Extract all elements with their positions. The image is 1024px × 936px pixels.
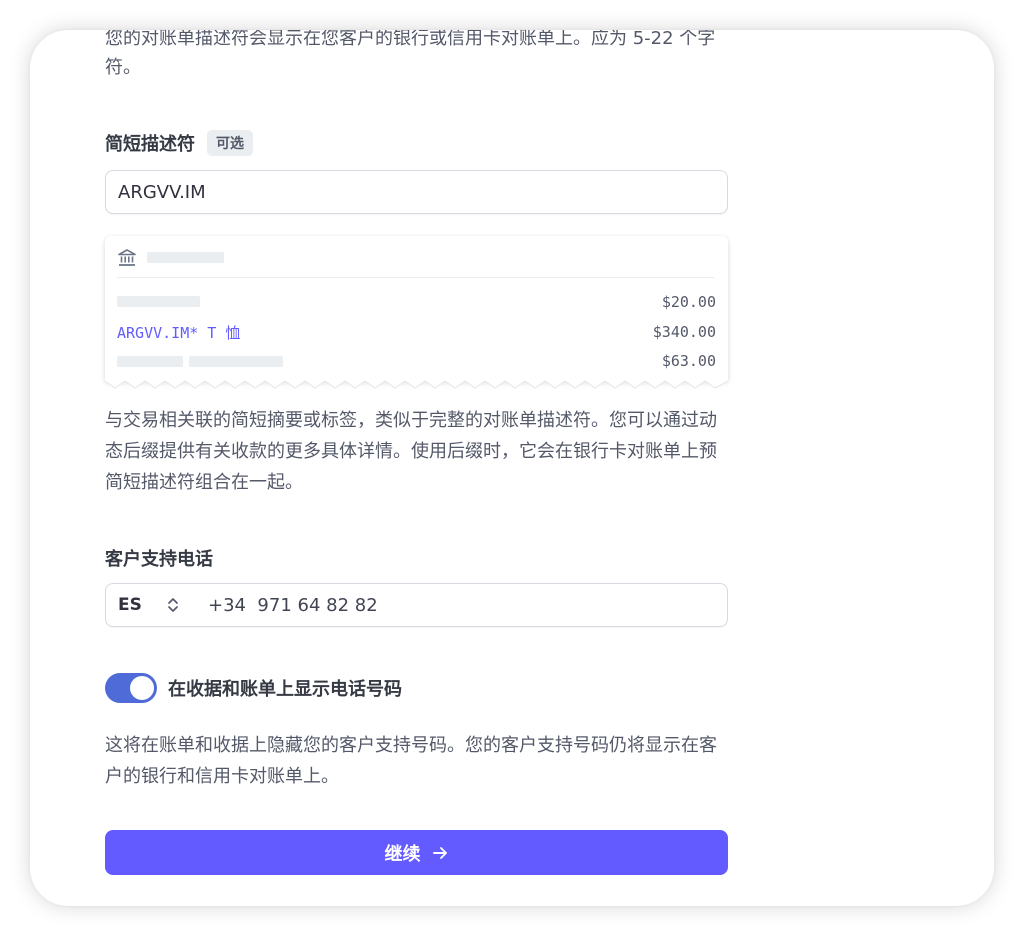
settings-window: 您的对账单描述符会显示在您客户的银行或信用卡对账单上。应为 5-22 个字符。 … — [30, 30, 994, 906]
statement-preview: $20.00 ARGVV.IM* T 恤 $340.00 $63.00 — [105, 236, 728, 389]
continue-button[interactable]: 继续 — [105, 830, 728, 875]
row-2-amount: $340.00 — [652, 323, 716, 341]
intro-text: 您的对账单描述符会显示在您客户的银行或信用卡对账单上。应为 5-22 个字符。 — [105, 30, 716, 78]
bank-icon — [118, 249, 136, 266]
receipt-torn-edge — [105, 379, 728, 389]
show-phone-toggle-row: 在收据和账单上显示电话号码 — [105, 673, 402, 703]
support-phone-field: ES — [105, 583, 728, 627]
descriptor-help-text: 与交易相关联的简短摘要或标签，类似于完整的对账单描述符。您可以通过动态后缀提供有… — [105, 410, 717, 493]
row-3-description-placeholder-a — [117, 356, 183, 367]
shortened-descriptor-label-row: 简短描述符 可选 — [105, 130, 253, 156]
phone-help-text: 这将在账单和收据上隐藏您的客户支持号码。您的客户支持号码仍将显示在客户的银行和信… — [105, 735, 717, 787]
shortened-descriptor-label: 简短描述符 — [105, 134, 195, 155]
support-phone-input[interactable] — [196, 584, 727, 626]
support-phone-label: 客户支持电话 — [105, 549, 213, 570]
continue-button-label: 继续 — [384, 843, 421, 865]
row-2-description: ARGVV.IM* T 恤 — [117, 324, 241, 342]
row-1-description-placeholder — [117, 296, 200, 307]
bank-name-placeholder — [147, 252, 224, 263]
statement-preview-header — [117, 246, 714, 278]
show-phone-toggle-label: 在收据和账单上显示电话号码 — [168, 679, 402, 700]
country-code-select[interactable]: ES — [106, 584, 196, 626]
toggle-knob — [130, 676, 154, 700]
chevron-up-down-icon — [168, 598, 178, 612]
support-phone-label-row: 客户支持电话 — [105, 545, 213, 571]
arrow-right-icon — [432, 846, 447, 859]
row-1-amount: $20.00 — [661, 293, 716, 311]
country-code-value: ES — [118, 595, 142, 615]
shortened-descriptor-input[interactable] — [105, 170, 728, 214]
row-3-description-placeholder-b — [189, 356, 283, 367]
show-phone-toggle[interactable] — [105, 673, 157, 703]
optional-badge: 可选 — [207, 130, 253, 156]
row-3-amount: $63.00 — [661, 352, 716, 370]
